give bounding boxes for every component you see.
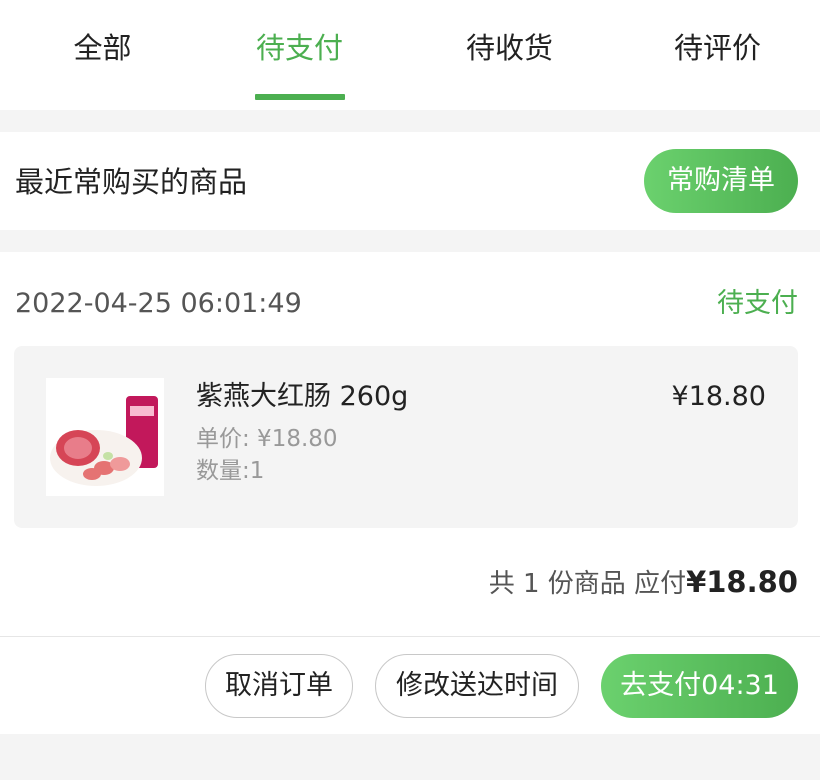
tab-pending-delivery[interactable]: 待收货 [407, 0, 612, 110]
order-status: 待支付 [717, 288, 798, 319]
tab-label: 待收货 [465, 31, 553, 65]
order-summary: 共 1 份商品 应付¥18.80 [489, 562, 798, 604]
cancel-order-button[interactable]: 取消订单 [205, 654, 353, 718]
tab-label: 待支付 [255, 31, 343, 65]
frequent-list-button[interactable]: 常购清单 [644, 149, 798, 213]
unit-price: 单价: ¥18.80 [196, 426, 338, 452]
order-tabs: 全部 待支付 待收货 待评价 [0, 0, 820, 110]
sausage-image [46, 378, 164, 496]
quantity: 数量:1 [196, 458, 265, 484]
recent-products-bar: 最近常购买的商品 常购清单 [0, 132, 820, 230]
tab-all[interactable]: 全部 [0, 0, 205, 110]
recent-products-title: 最近常购买的商品 [15, 165, 248, 199]
tab-pending-review[interactable]: 待评价 [615, 0, 820, 110]
divider [0, 636, 820, 637]
pay-now-button[interactable]: 去支付04:31 [601, 654, 798, 718]
tab-pending-payment[interactable]: 待支付 [197, 0, 402, 110]
modify-delivery-time-button[interactable]: 修改送达时间 [375, 654, 579, 718]
tab-label: 全部 [73, 31, 132, 65]
order-card: 2022-04-25 06:01:49 待支付 紫燕大红肠 260g ¥18.8… [0, 252, 820, 734]
tab-label: 待评价 [673, 31, 761, 65]
order-item[interactable]: 紫燕大红肠 260g ¥18.80 单价: ¥18.80 数量:1 [14, 346, 798, 528]
active-tab-indicator [254, 94, 345, 100]
order-datetime: 2022-04-25 06:01:49 [15, 288, 302, 319]
product-image [46, 378, 164, 496]
summary-text: 共 1 份商品 应付 [488, 569, 687, 599]
amount-due: ¥18.80 [686, 565, 798, 599]
product-name: 紫燕大红肠 260g [196, 381, 409, 412]
product-price: ¥18.80 [671, 381, 766, 412]
